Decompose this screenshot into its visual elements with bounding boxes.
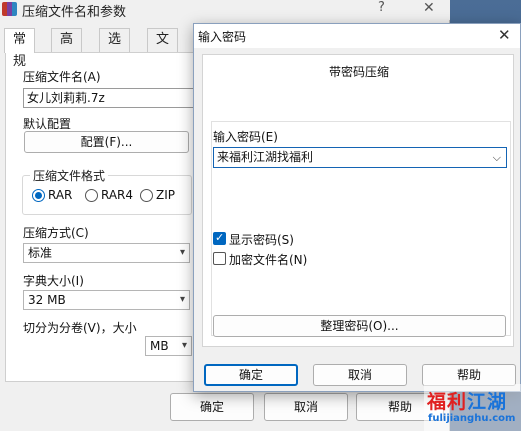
dialog-title: 输入密码 bbox=[198, 30, 247, 44]
help-icon[interactable]: ? bbox=[378, 0, 385, 15]
radio-zip[interactable] bbox=[140, 189, 153, 202]
encrypt-names-label: 加密文件名(N) bbox=[229, 253, 308, 267]
radio-rar4[interactable] bbox=[85, 189, 98, 202]
radio-rar4-label: RAR4 bbox=[101, 188, 134, 202]
watermark-blue: 江湖 bbox=[467, 391, 508, 413]
watermark-red: 福利 bbox=[427, 391, 468, 413]
password-value: 来福利江湖找福利 bbox=[217, 150, 314, 164]
dialog-title-bar: 输入密码 ✕ bbox=[194, 24, 520, 48]
dict-combo[interactable]: 32 MB ▾ bbox=[23, 290, 190, 310]
show-password-checkbox[interactable] bbox=[213, 231, 226, 245]
tab-advanced[interactable]: 高级 bbox=[51, 28, 83, 69]
watermark-logo: 福利江湖 bbox=[427, 387, 507, 414]
password-input[interactable]: 来福利江湖找福利 ⌵ bbox=[213, 147, 507, 168]
archive-name-field[interactable]: 女儿刘莉莉.7z bbox=[23, 88, 198, 108]
split-label: 切分为分卷(V)，大小 bbox=[23, 321, 137, 335]
watermark-url: fulijianghu.com bbox=[428, 413, 516, 424]
dialog-heading: 带密码压缩 bbox=[328, 65, 389, 79]
profiles-button[interactable]: 配置(F)... bbox=[24, 131, 189, 153]
dialog-ok-button[interactable]: 确定 bbox=[204, 364, 298, 386]
method-label: 压缩方式(C) bbox=[23, 226, 89, 240]
default-profile-label: 默认配置 bbox=[23, 117, 72, 131]
tab-files[interactable]: 文件 bbox=[147, 28, 179, 69]
chevron-down-icon: ▾ bbox=[179, 247, 185, 258]
tab-general[interactable]: 常规 bbox=[4, 28, 36, 69]
tab-options[interactable]: 选项 bbox=[99, 28, 131, 69]
split-unit-value: MB bbox=[150, 339, 169, 353]
window-title: 压缩文件名和参数 bbox=[22, 5, 127, 20]
organize-passwords-button[interactable]: 整理密码(O)... bbox=[213, 315, 506, 337]
radio-rar-label: RAR bbox=[48, 188, 73, 202]
split-unit-combo[interactable]: MB ▾ bbox=[145, 336, 192, 356]
back-cancel-button[interactable]: 取消 bbox=[264, 393, 348, 421]
encrypt-names-checkbox[interactable] bbox=[213, 252, 226, 265]
chevron-down-icon: ⌵ bbox=[492, 151, 501, 164]
dict-label: 字典大小(I) bbox=[23, 274, 84, 288]
dict-value: 32 MB bbox=[28, 293, 66, 307]
winrar-app-icon bbox=[2, 2, 17, 16]
back-ok-button[interactable]: 确定 bbox=[170, 393, 254, 421]
chevron-down-icon: ▾ bbox=[179, 294, 185, 305]
method-value: 标准 bbox=[28, 246, 53, 260]
format-group-label: 压缩文件格式 bbox=[30, 167, 109, 184]
title-bar: 压缩文件名和参数 ? ✕ bbox=[0, 0, 450, 20]
dialog-help-button[interactable]: 帮助 bbox=[422, 364, 516, 386]
dialog-panel: 带密码压缩 bbox=[202, 54, 514, 347]
chevron-down-icon: ▾ bbox=[181, 340, 187, 351]
close-icon[interactable]: ✕ bbox=[423, 0, 435, 16]
show-password-label: 显示密码(S) bbox=[229, 233, 294, 247]
archive-name-label: 压缩文件名(A) bbox=[23, 70, 101, 84]
method-combo[interactable]: 标准 ▾ bbox=[23, 243, 190, 263]
password-label: 输入密码(E) bbox=[213, 130, 278, 144]
close-icon[interactable]: ✕ bbox=[498, 26, 511, 44]
radio-rar[interactable] bbox=[32, 189, 45, 202]
password-dialog: 输入密码 ✕ 带密码压缩 输入密码(E) 来福利江湖找福利 ⌵ 显示密码(S) … bbox=[193, 23, 521, 392]
dialog-cancel-button[interactable]: 取消 bbox=[313, 364, 407, 386]
radio-zip-label: ZIP bbox=[156, 188, 175, 202]
